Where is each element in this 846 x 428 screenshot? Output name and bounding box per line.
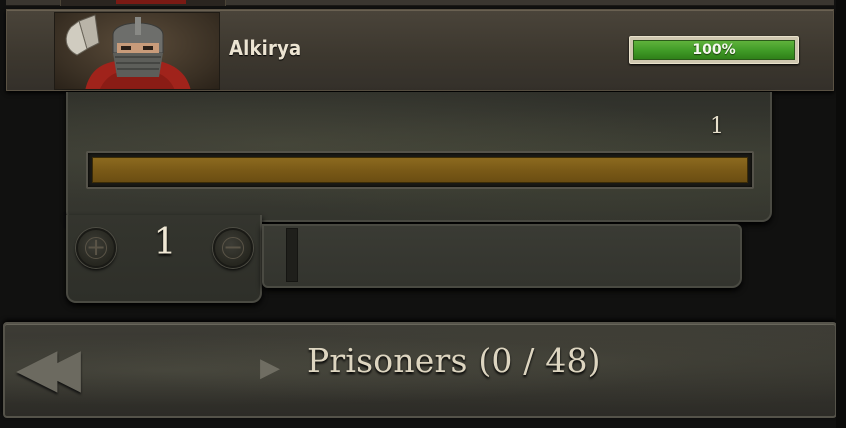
health-percent-label: 100% [692, 42, 736, 58]
count-bar [86, 151, 754, 189]
party-screen: Alkirya 100% 1 + 1 − ◀◀ ▶ Prisoners (0 /… [0, 0, 846, 428]
troop-portrait [54, 12, 220, 90]
warrior-portrait-image [65, 14, 191, 89]
transfer-slider-handle[interactable] [286, 228, 298, 282]
troop-name: Alkirya [229, 36, 302, 60]
previous-troop-portrait-detail [116, 0, 186, 4]
window-edge [836, 0, 846, 428]
max-count-label: 1 [710, 114, 724, 139]
double-chevron-left-icon[interactable]: ◀◀ [16, 340, 81, 396]
plus-circle-icon: + [85, 233, 107, 261]
health-bar: 100% [633, 40, 795, 60]
increase-button[interactable]: + [76, 228, 116, 268]
transfer-amount: 1 [153, 222, 177, 263]
count-bar-fill [92, 157, 748, 183]
troop-row[interactable]: Alkirya 100% [6, 9, 834, 91]
minus-circle-icon: − [222, 233, 244, 261]
prisoners-label[interactable]: Prisoners (0 / 48) [307, 341, 601, 380]
previous-troop-row[interactable] [6, 0, 834, 6]
play-triangle-icon[interactable]: ▶ [260, 353, 286, 383]
decrease-button[interactable]: − [213, 228, 253, 268]
transfer-slider-track[interactable] [262, 224, 742, 288]
health-bar-frame: 100% [629, 36, 799, 64]
